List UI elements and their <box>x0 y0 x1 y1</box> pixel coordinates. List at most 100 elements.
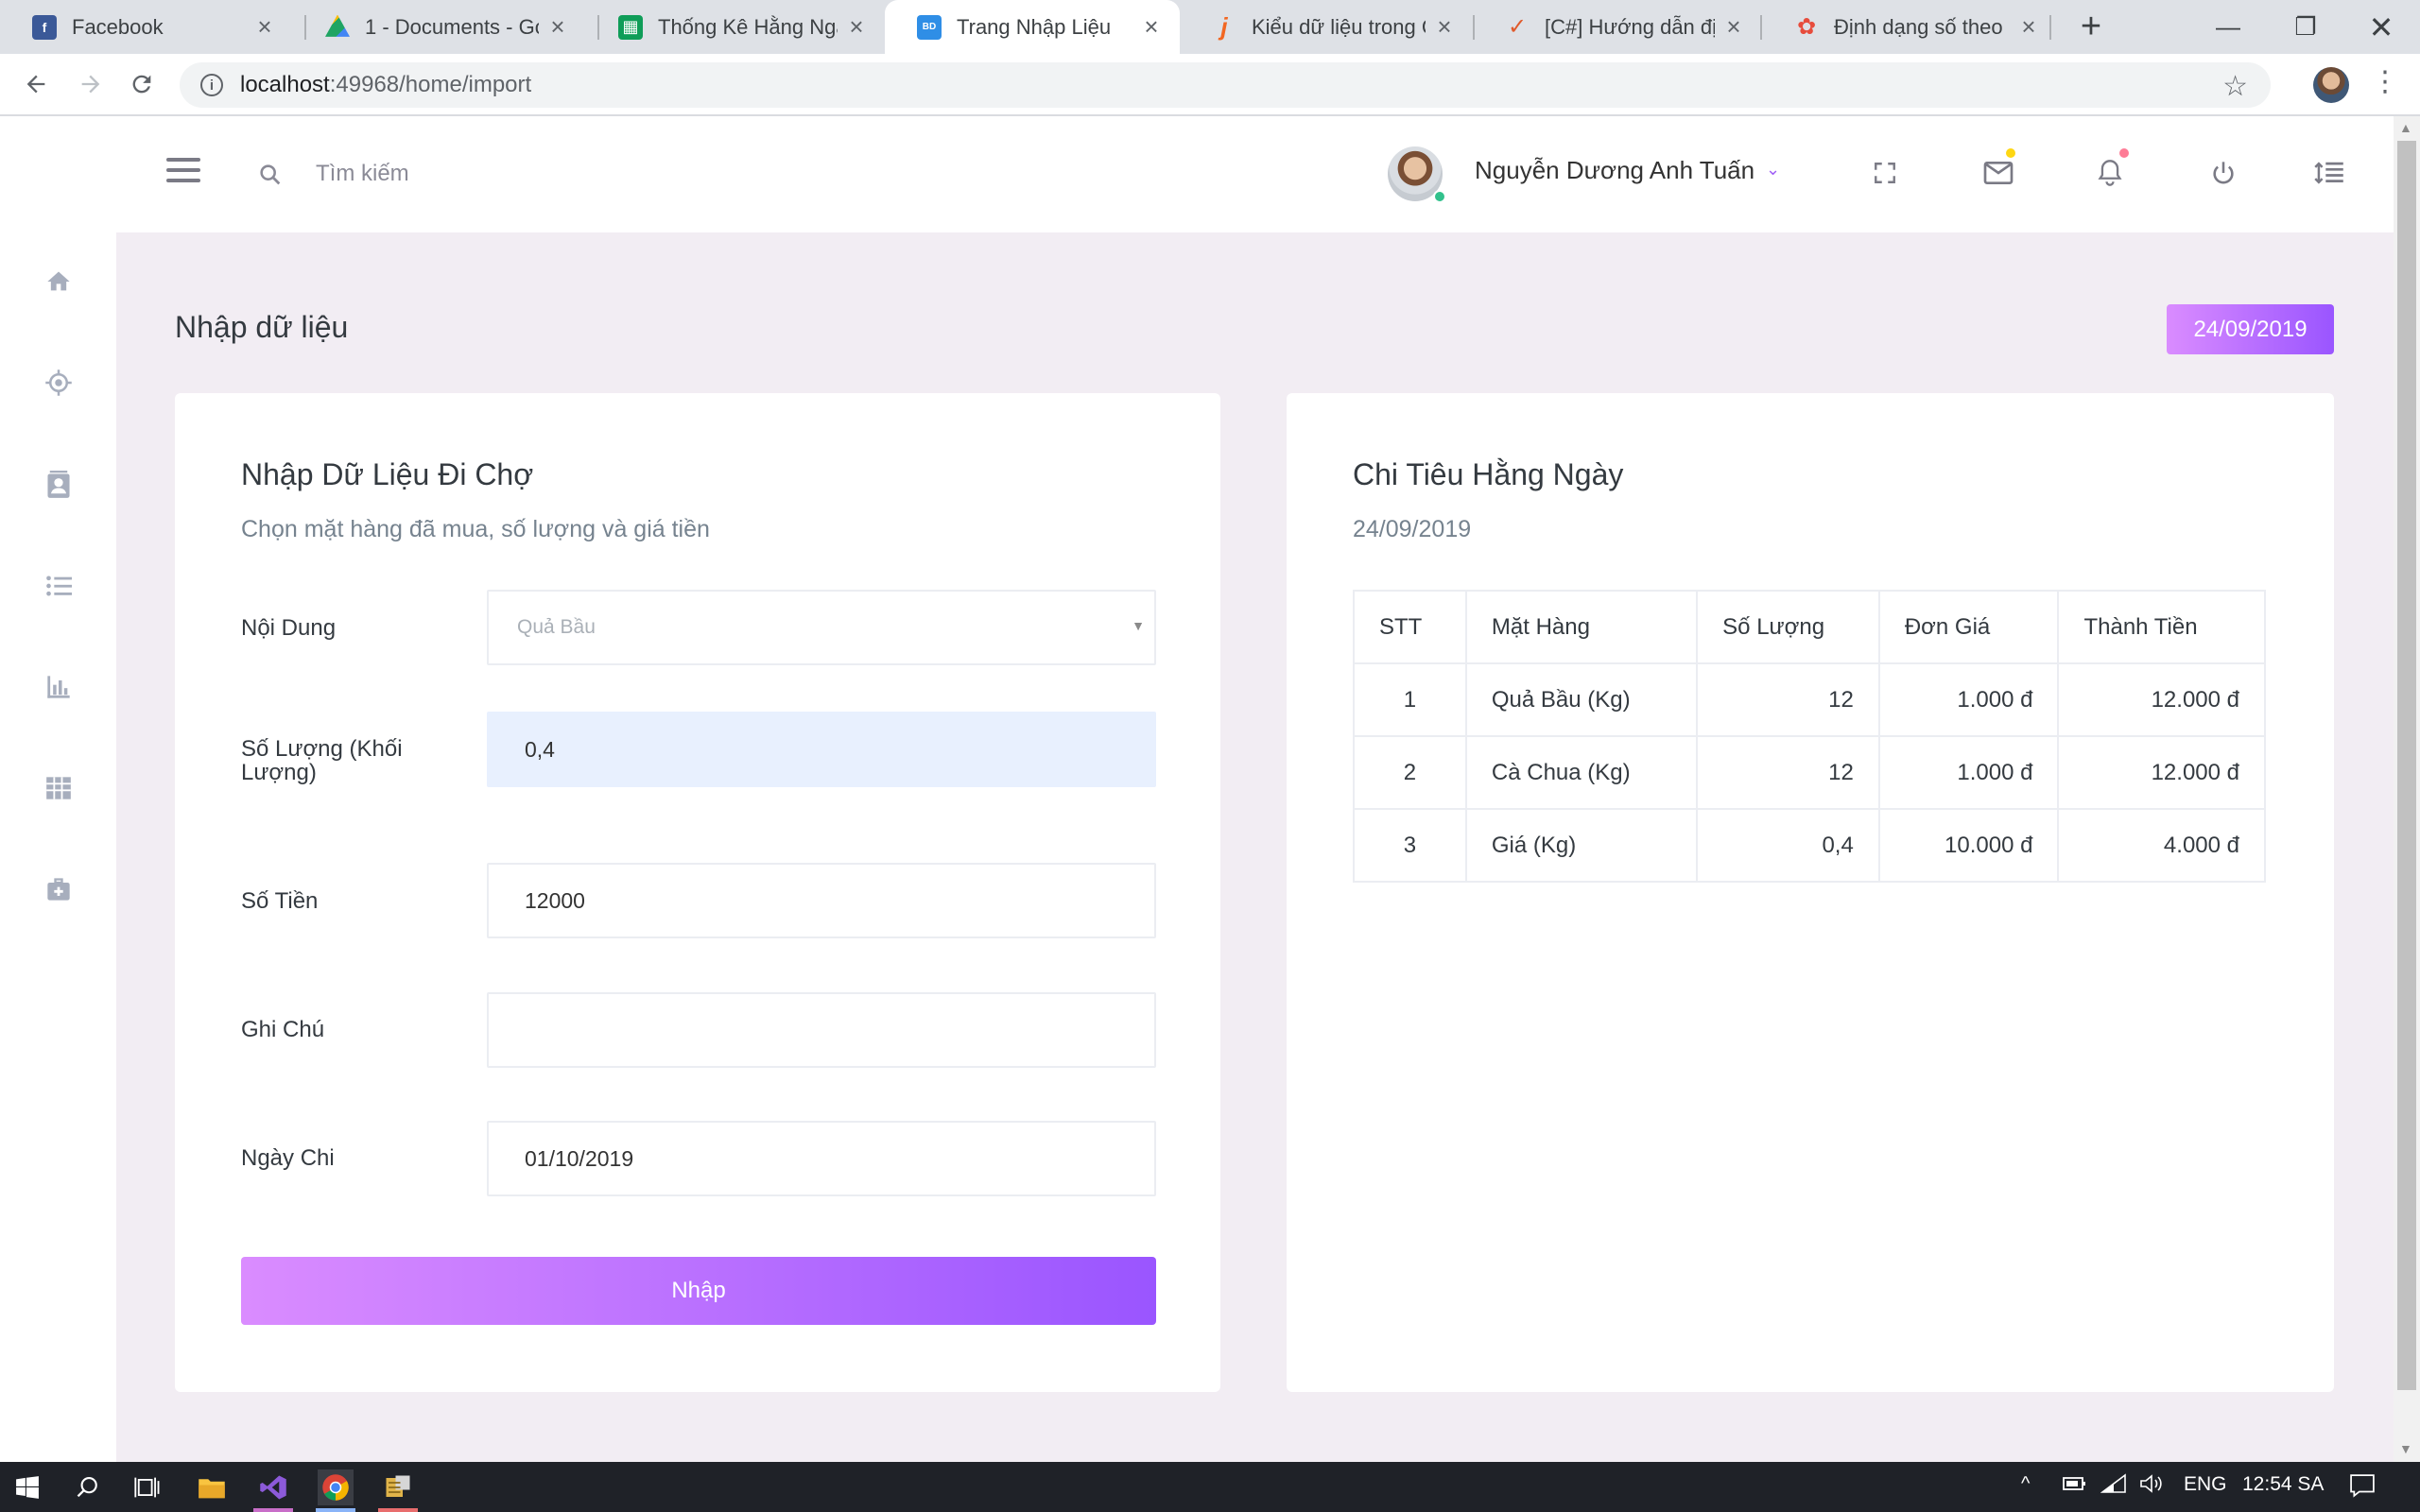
scroll-up-arrow-icon[interactable]: ▲ <box>2399 120 2412 135</box>
tab-google-sheets[interactable]: ▦ Thống Kê Hằng Ngày × <box>586 0 885 54</box>
tab-title: 1 - Documents - Goo <box>365 14 539 39</box>
quantity-input[interactable]: 0,4 <box>487 712 1156 787</box>
crosshairs-gps-icon[interactable] <box>40 364 78 402</box>
language-indicator[interactable]: ENG <box>2184 1473 2227 1496</box>
app-header: Nguyễn Dương Anh Tuấn ⌄ <box>0 116 2394 232</box>
date-badge: 24/09/2019 <box>2167 304 2334 354</box>
page-scrollbar[interactable]: ▲ ▼ <box>2394 116 2420 1462</box>
submit-button[interactable]: Nhập <box>241 1257 1156 1325</box>
fullscreen-icon[interactable] <box>1866 154 1904 192</box>
browser-profile-avatar[interactable] <box>2313 67 2349 103</box>
restore-button[interactable]: ❐ <box>2267 0 2344 54</box>
table-cell-quantity: 12 <box>1696 662 1880 737</box>
column-header-stt: STT <box>1353 590 1467 664</box>
table-cell-stt: 2 <box>1353 735 1467 810</box>
menu-toggle-icon[interactable] <box>166 158 200 186</box>
windows-start-icon[interactable] <box>9 1469 45 1505</box>
forward-button[interactable] <box>70 63 112 105</box>
table-cell-item: Quả Bầu (Kg) <box>1464 662 1699 737</box>
content-select[interactable]: Quả Bầu ▼ <box>487 590 1156 665</box>
bell-icon[interactable] <box>2091 154 2129 192</box>
format-line-spacing-icon[interactable] <box>2310 154 2348 192</box>
search-input[interactable] <box>302 150 870 198</box>
reload-icon <box>132 75 151 94</box>
j-site-icon: j <box>1220 12 1228 41</box>
tab-title: Định dạng số theo ki <box>1834 14 2010 39</box>
volume-icon[interactable] <box>2138 1473 2165 1500</box>
browser-menu-icon[interactable]: ⋮ <box>2371 65 2399 98</box>
back-button[interactable] <box>15 63 57 105</box>
content-label: Nội Dung <box>241 615 337 641</box>
power-icon[interactable] <box>2204 154 2242 192</box>
bd-app-icon: BD <box>917 14 942 40</box>
tab-kieu-du-lieu[interactable]: j Kiểu dữ liệu trong C# × <box>1180 0 1473 54</box>
amount-input[interactable]: 12000 <box>487 863 1156 938</box>
url-path: :49968/home/import <box>329 72 532 97</box>
close-icon[interactable]: × <box>253 12 276 42</box>
action-center-icon[interactable] <box>2348 1473 2377 1503</box>
show-hidden-icons-chevron-up-icon[interactable]: ^ <box>2021 1473 2030 1495</box>
new-tab-button[interactable]: + <box>2070 6 2112 47</box>
table-cell-total: 4.000 đ <box>2057 808 2266 883</box>
chevron-down-icon[interactable]: ⌄ <box>1766 160 1780 180</box>
chrome-icon[interactable] <box>318 1469 354 1505</box>
home-icon[interactable] <box>40 263 78 301</box>
user-name[interactable]: Nguyễn Dương Anh Tuấn <box>1475 156 1754 185</box>
tab-google-docs[interactable]: 1 - Documents - Goo × <box>293 0 586 54</box>
close-window-button[interactable]: ✕ <box>2342 0 2420 54</box>
close-icon[interactable]: × <box>845 12 868 42</box>
table-cell-stt: 3 <box>1353 808 1467 883</box>
search-icon[interactable] <box>70 1469 106 1505</box>
address-bar[interactable]: i localhost:49968/home/import ☆ <box>180 62 2271 108</box>
expense-table: STT Mặt Hàng Số Lượng Đơn Giá Thành Tiền… <box>1353 590 2266 883</box>
table-row: 2 Cà Chua (Kg) 12 1.000 đ 12.000 đ <box>1353 735 2266 810</box>
mail-notification-dot <box>2006 148 2015 158</box>
bookmark-star-icon[interactable]: ☆ <box>2222 70 2248 103</box>
close-icon[interactable]: × <box>1433 12 1456 42</box>
tab-title: Thống Kê Hằng Ngày <box>658 14 838 39</box>
close-icon[interactable]: × <box>1722 12 1745 42</box>
close-icon[interactable]: × <box>2017 12 2040 42</box>
file-explorer-icon[interactable] <box>194 1469 230 1505</box>
minimize-button[interactable]: — <box>2189 0 2267 54</box>
tab-title: [C#] Hướng dẫn định <box>1545 14 1715 39</box>
tab-huong-dan[interactable]: ✓ [C#] Hướng dẫn định × <box>1473 0 1762 54</box>
reload-button[interactable] <box>121 63 163 105</box>
clock[interactable]: 12:54 SA <box>2242 1473 2324 1496</box>
expense-card-title: Chi Tiêu Hằng Ngày <box>1353 457 1624 491</box>
tab-dinh-dang-so[interactable]: ✿ Định dạng số theo ki × <box>1762 0 2057 54</box>
email-icon[interactable] <box>1979 154 2017 192</box>
wifi-icon[interactable] <box>2100 1473 2127 1500</box>
page-title: Nhập dữ liệu <box>175 310 349 344</box>
scrollbar-thumb[interactable] <box>2397 141 2416 1390</box>
table-row: 1 Quả Bầu (Kg) 12 1.000 đ 12.000 đ <box>1353 662 2266 737</box>
close-icon[interactable]: × <box>546 12 569 42</box>
battery-icon[interactable] <box>2061 1473 2087 1500</box>
online-status-dot <box>1433 190 1446 203</box>
visual-studio-icon[interactable] <box>255 1469 291 1505</box>
chart-bar-icon[interactable] <box>40 668 78 706</box>
tab-facebook[interactable]: f Facebook × <box>0 0 293 54</box>
scroll-down-arrow-icon[interactable]: ▼ <box>2399 1441 2412 1456</box>
amount-label: Số Tiền <box>241 888 319 914</box>
close-icon[interactable]: × <box>1140 12 1163 42</box>
format-list-bulleted-icon[interactable] <box>40 567 78 605</box>
task-view-icon[interactable] <box>130 1469 165 1505</box>
date-input[interactable]: 01/10/2019 <box>487 1121 1156 1196</box>
tab-trang-nhap-lieu[interactable]: BD Trang Nhập Liệu × <box>885 0 1180 54</box>
quantity-label: Số Lượng (Khối Lượng) <box>241 736 403 785</box>
tab-title: Trang Nhập Liệu <box>957 14 1112 39</box>
info-icon[interactable]: i <box>200 74 223 96</box>
table-cell-item: Giá (Kg) <box>1464 808 1699 883</box>
table-cell-total: 12.000 đ <box>2057 662 2266 737</box>
google-drive-icon <box>325 14 350 37</box>
contacts-icon[interactable] <box>40 466 78 504</box>
medical-bag-icon[interactable] <box>40 870 78 908</box>
windows-taskbar: ^ ENG 12:54 SA <box>0 1462 2420 1512</box>
column-header-quantity: Số Lượng <box>1696 590 1880 664</box>
db-tool-icon[interactable] <box>380 1469 416 1505</box>
table-cell-quantity: 0,4 <box>1696 808 1880 883</box>
note-input[interactable] <box>487 992 1156 1068</box>
content-select-value: Quả Bầu <box>517 616 596 638</box>
table-large-icon[interactable] <box>40 769 78 807</box>
